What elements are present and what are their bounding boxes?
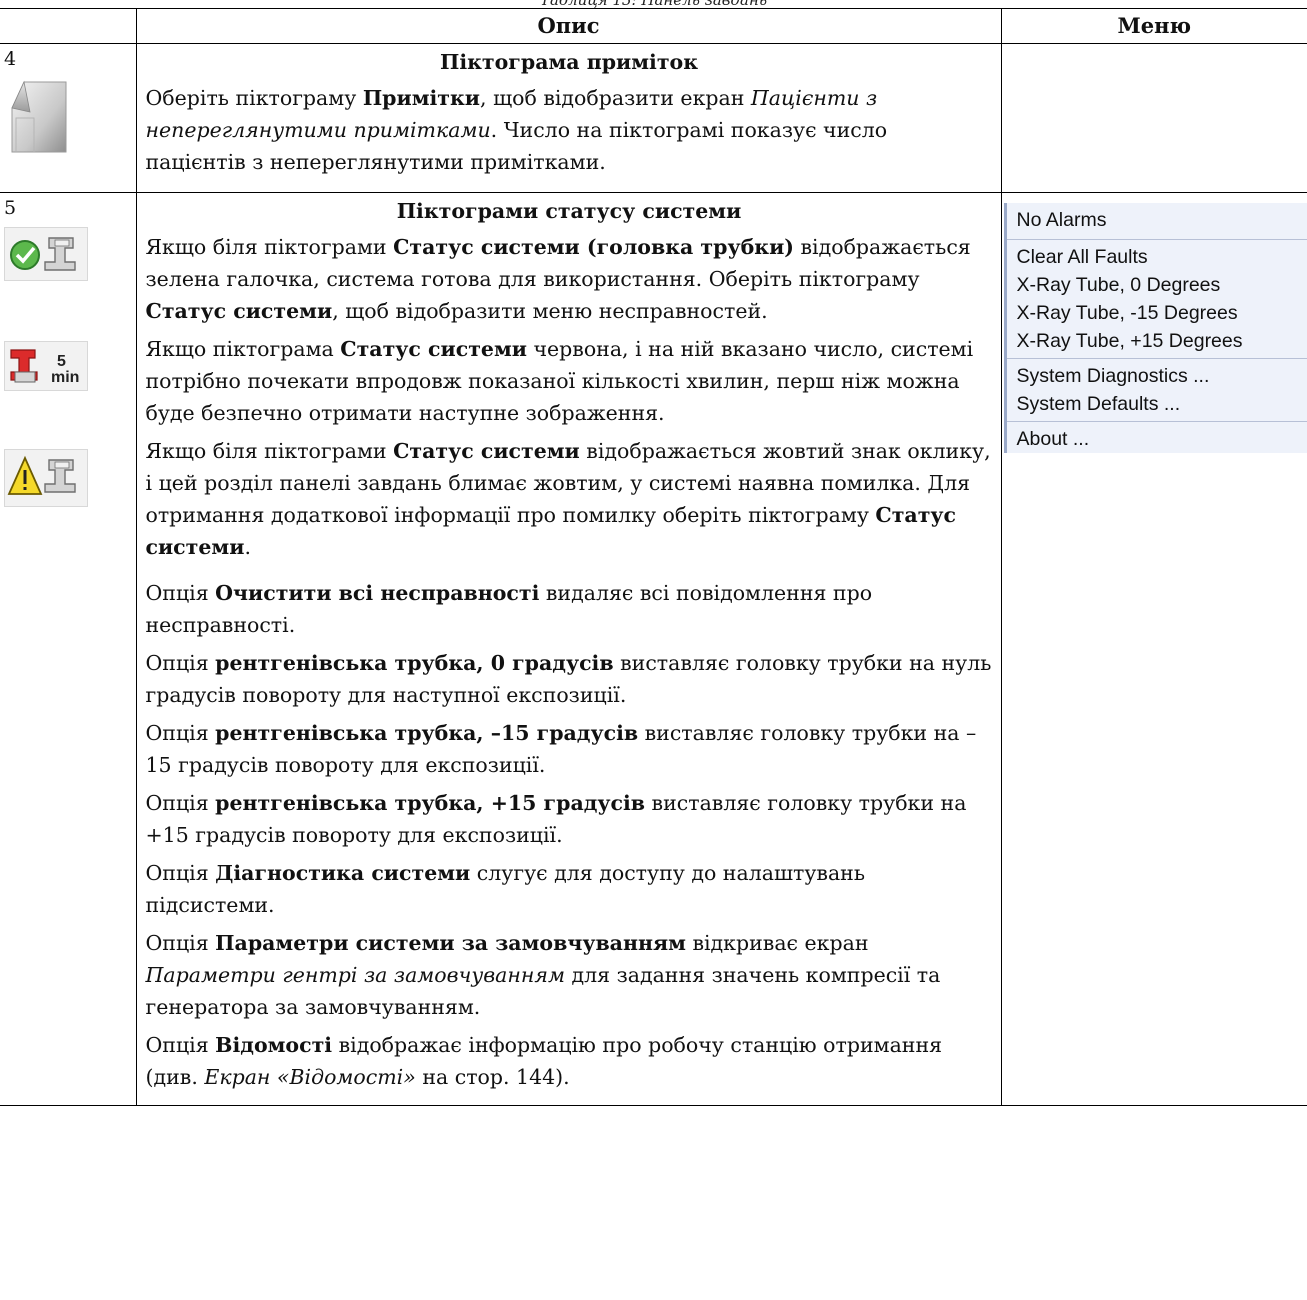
menu-item-about[interactable]: About ... xyxy=(1007,425,1307,453)
description-paragraph: Опція Відомості відображає інформацію пр… xyxy=(146,1029,993,1093)
bold-term: Статус системи xyxy=(145,299,333,323)
text-run: на стор. 144). xyxy=(415,1065,570,1089)
description-paragraph: Опція рентгенівська трубка, +15 градусів… xyxy=(146,787,993,851)
row-menu-cell: No Alarms Clear All Faults X-Ray Tube, 0 D… xyxy=(1000,192,1307,1106)
text-run: Опція xyxy=(145,931,216,955)
table-row: 4 Піктограма приміток Оберіть піктограму… xyxy=(0,43,1307,193)
row-number-cell: 4 xyxy=(0,43,137,193)
text-run: Опція xyxy=(145,721,216,745)
bold-term: Діагностика системи xyxy=(215,861,471,885)
row-number: 4 xyxy=(4,48,17,70)
text-run: Оберіть піктограму xyxy=(145,86,363,110)
menu-separator xyxy=(1006,239,1307,240)
notes-icon xyxy=(4,78,74,158)
table-row: 5 5 min Піктограми статусу системи Якщо … xyxy=(0,192,1307,1106)
menu-item-clear-all-faults[interactable]: Clear All Faults xyxy=(1007,243,1307,271)
text-run: Опція xyxy=(145,1033,216,1057)
menu-item-system-diagnostics[interactable]: System Diagnostics ... xyxy=(1007,362,1307,390)
menu-item-no-alarms[interactable]: No Alarms xyxy=(1007,203,1307,236)
system-status-wait-icon[interactable]: 5 min xyxy=(4,341,88,391)
row-number-cell: 5 5 min xyxy=(0,192,137,1106)
row-description-cell: Піктограма приміток Оберіть піктограму П… xyxy=(135,43,1002,193)
wait-minutes-number: 5 xyxy=(57,353,66,370)
system-status-ok-icon[interactable] xyxy=(4,227,88,281)
row-description-body: Якщо біля піктограми Статус системи (гол… xyxy=(146,231,993,1093)
italic-term: Екран «Відомості» xyxy=(204,1065,416,1089)
wait-minutes-unit: min xyxy=(51,369,79,386)
row-description-body: Оберіть піктограму Примітки, щоб відобра… xyxy=(146,82,993,178)
bold-term: рентгенівська трубка, 0 градусів xyxy=(215,651,614,675)
system-status-menu: No Alarms Clear All Faults X-Ray Tube, 0 D… xyxy=(1003,203,1307,453)
text-run: Якщо біля піктограми xyxy=(145,235,394,259)
bold-term: Відомості xyxy=(215,1033,333,1057)
text-run: Якщо піктограма xyxy=(145,337,341,361)
section-title: Піктограма приміток xyxy=(439,50,699,74)
header-menu: Меню xyxy=(1000,8,1307,44)
table-caption: Таблиця 13: Панель завдань xyxy=(539,0,767,9)
bold-term: рентгенівська трубка, +15 градусів xyxy=(215,791,646,815)
menu-separator xyxy=(1006,358,1307,359)
description-paragraph: Якщо біля піктограми Статус системи відо… xyxy=(146,435,993,563)
menu-item-system-defaults[interactable]: System Defaults ... xyxy=(1007,390,1307,418)
bold-term: рентгенівська трубка, –15 градусів xyxy=(215,721,639,745)
text-run: , щоб відобразити меню несправностей. xyxy=(332,299,768,323)
text-run: , щоб відобразити екран xyxy=(480,86,751,110)
text-run: Опція xyxy=(145,651,216,675)
table-header-row: Опис Меню xyxy=(0,8,1307,44)
bold-term: Статус системи xyxy=(393,439,580,463)
text-run: Опція xyxy=(145,791,216,815)
menu-item-x-ray-tube-+15-degrees[interactable]: X-Ray Tube, +15 Degrees xyxy=(1007,327,1307,355)
text-run: Опція xyxy=(145,581,216,605)
bold-term: Статус системи (головка трубки) xyxy=(393,235,794,259)
description-paragraph: Опція Параметри системи за замовчуванням… xyxy=(146,927,993,1023)
description-paragraph: Якщо піктограма Статус системи червона, … xyxy=(146,333,993,429)
description-paragraph: Опція рентгенівська трубка, 0 градусів в… xyxy=(146,647,993,711)
description-paragraph: Якщо біля піктограми Статус системи (гол… xyxy=(146,231,993,327)
text-run: відкриває екран xyxy=(685,931,869,955)
bold-term: Примітки xyxy=(362,86,481,110)
row-description-cell: Піктограми статусу системи Якщо біля пік… xyxy=(135,192,1002,1106)
menu-separator xyxy=(1006,421,1307,422)
text-run: . xyxy=(244,535,251,559)
taskbar-table: Опис Меню 4 Піктограма приміток Оберіть … xyxy=(0,8,1307,1106)
system-status-warning-icon[interactable] xyxy=(4,449,88,507)
text-run: Опція xyxy=(145,861,216,885)
row-menu-cell xyxy=(1000,43,1307,193)
section-title: Піктограми статусу системи xyxy=(396,199,742,223)
description-paragraph: Опція рентгенівська трубка, –15 градусів… xyxy=(146,717,993,781)
row-number: 5 xyxy=(4,197,17,219)
menu-item-x-ray-tube-0-degrees[interactable]: X-Ray Tube, 0 Degrees xyxy=(1007,271,1307,299)
header-description: Опис xyxy=(135,8,1002,44)
bold-term: Очистити всі несправності xyxy=(215,581,540,605)
bold-term: Статус системи xyxy=(340,337,527,361)
text-run: Якщо біля піктограми xyxy=(145,439,394,463)
description-paragraph: Опція Очистити всі несправності видаляє … xyxy=(146,577,993,641)
description-paragraph: Оберіть піктограму Примітки, щоб відобра… xyxy=(146,82,993,178)
description-paragraph: Опція Діагностика системи слугує для дос… xyxy=(146,857,993,921)
bold-term: Параметри системи за замовчуванням xyxy=(215,931,686,955)
menu-item-x-ray-tube--15-degrees[interactable]: X-Ray Tube, -15 Degrees xyxy=(1007,299,1307,327)
header-number xyxy=(0,8,137,44)
italic-term: Параметри гентрі за замовчуванням xyxy=(145,963,565,987)
